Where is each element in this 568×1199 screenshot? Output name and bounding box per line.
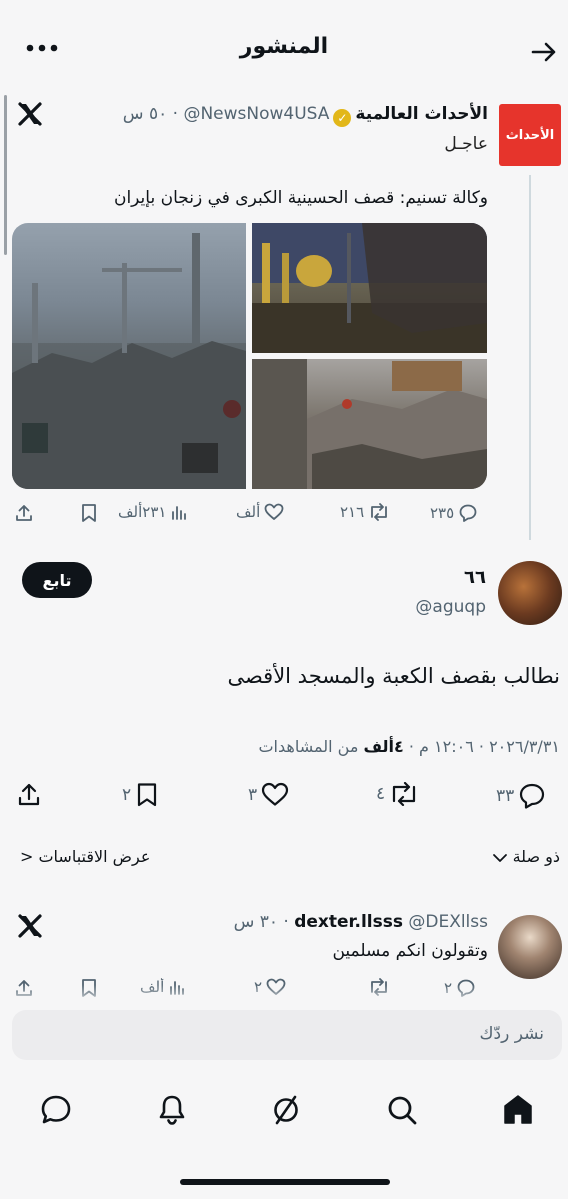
repost-button[interactable]: ٢١٦ (340, 503, 390, 521)
reply-display-name[interactable]: dexter.llsss (294, 912, 403, 932)
reply-time: ٣٠ س (233, 912, 278, 932)
heart-icon (262, 782, 289, 806)
view-quotes-link[interactable]: عرض الاقتباسات < (20, 847, 150, 866)
share-icon (16, 505, 32, 521)
quoted-display-name[interactable]: الأحداث العالمية (355, 104, 488, 124)
grok-icon[interactable] (268, 1092, 304, 1128)
search-icon[interactable] (384, 1092, 420, 1128)
reply-button[interactable]: ٣٣ (496, 782, 546, 810)
repost-icon (393, 782, 416, 806)
quoted-breaking-label: عاجـل (444, 134, 488, 154)
avatar-logo-text: الأحداث (505, 127, 555, 143)
post-actions: ٢ ٣ ٤ ٣٣ (10, 782, 560, 816)
quoted-avatar[interactable]: الأحداث (499, 104, 561, 166)
thread-line (529, 175, 531, 540)
media-image-1[interactable] (12, 223, 246, 489)
chevron-down-icon (492, 852, 508, 864)
bottom-nav (0, 1080, 568, 1140)
bookmark-button[interactable]: ٢ (122, 782, 159, 808)
media-image-3[interactable] (252, 359, 487, 489)
verified-badge-icon: ✓ (333, 109, 352, 127)
follow-button[interactable]: تابع (22, 562, 92, 598)
quoted-text: وكالة تسنيم: قصف الحسينية الكبرى في زنجا… (113, 188, 488, 208)
page-title: المنشور (239, 34, 329, 59)
home-indicator (180, 1179, 390, 1185)
like-button[interactable]: ٣ (248, 782, 289, 807)
bookmark-button[interactable] (80, 503, 98, 523)
post-text: نطالب بقصف الكعبة والمسجد الأقصى (227, 664, 560, 688)
author-handle[interactable]: @aguqp (300, 597, 486, 617)
sort-dropdown[interactable]: ذو صلة (492, 847, 560, 866)
author-avatar[interactable] (498, 561, 562, 625)
sort-label: ذو صلة (512, 847, 560, 866)
repost-button[interactable]: ٤ (376, 782, 419, 806)
reply-author[interactable]: dexter.llsss @DEXllss · ٣٠ س (60, 912, 488, 932)
x-logo-icon (16, 100, 44, 128)
reply-icon (520, 783, 545, 809)
quoted-media-grid[interactable] (12, 223, 487, 489)
media-image-2[interactable] (252, 223, 487, 353)
x-logo-icon (16, 912, 44, 940)
replies-filter-row: ذو صلة عرض الاقتباسات < (20, 847, 560, 871)
post-date: ٢٠٢٦/٣/٣١ · ١٢:٠٦ م · (403, 737, 560, 756)
more-options-icon[interactable] (22, 33, 62, 63)
messages-icon[interactable] (38, 1092, 74, 1128)
heart-icon (264, 503, 284, 520)
quoted-time: ٥٠ س (122, 104, 168, 124)
reposts-count: ٢١٦ (340, 503, 365, 521)
quoted-handle: @NewsNow4USA (183, 104, 330, 124)
share-icon (18, 783, 40, 806)
notifications-icon[interactable] (154, 1092, 190, 1128)
reply-input-placeholder[interactable]: نشر ردّك (480, 1024, 544, 1044)
likes-count: ٣ (248, 784, 258, 805)
reply-handle: @DEXllss (408, 912, 488, 932)
post-views-suffix: من المشاهدات (258, 737, 364, 756)
likes-count: ألف (236, 503, 261, 521)
bookmark-icon (138, 783, 157, 807)
reply-button[interactable]: ٢٣٥ (430, 503, 478, 523)
views-stat[interactable]: ٢٣١ألف (118, 503, 188, 521)
replies-count: ٣٣ (496, 786, 515, 806)
reply-author-avatar[interactable] (498, 915, 562, 979)
reply-text: وتقولون انكم مسلمين (332, 941, 488, 961)
post-meta: ٢٠٢٦/٣/٣١ · ١٢:٠٦ م · ٤ألف من المشاهدات (20, 737, 560, 756)
replies-count: ٢٣٥ (430, 504, 455, 522)
share-button[interactable] (14, 503, 34, 523)
quoted-actions: ٢٣١ألف ألف ٢١٦ ٢٣٥ (14, 503, 484, 531)
quoted-author[interactable]: الأحداث العالمية✓@NewsNow4USA · ٥٠ س (60, 104, 488, 127)
author-display-name[interactable]: ٦٦ (300, 567, 486, 588)
home-icon[interactable] (500, 1092, 536, 1128)
bookmark-icon (82, 504, 96, 522)
reposts-count: ٤ (376, 784, 386, 804)
scroll-indicator (4, 95, 7, 255)
like-button[interactable]: ألف (236, 503, 284, 521)
reply-composer[interactable]: نشر ردّك (12, 1010, 562, 1060)
fade-overlay (0, 985, 568, 1007)
repost-icon (371, 503, 388, 521)
views-count: ٢٣١ألف (118, 503, 167, 521)
reply-icon (459, 504, 477, 522)
bookmarks-count: ٢ (122, 785, 132, 805)
views-icon (172, 506, 187, 520)
share-button[interactable] (16, 782, 42, 808)
back-arrow-icon[interactable] (530, 38, 558, 66)
post-views: ٤ألف (363, 737, 404, 756)
